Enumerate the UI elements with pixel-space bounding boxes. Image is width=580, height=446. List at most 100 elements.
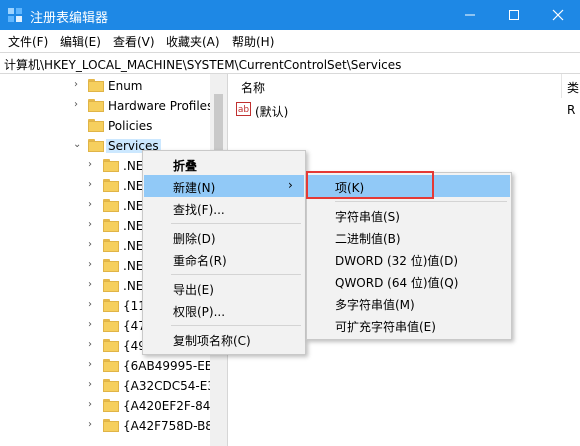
tree-item-label: .NE <box>123 159 144 173</box>
folder-icon <box>103 279 119 292</box>
folder-icon <box>103 259 119 272</box>
chevron-right-icon[interactable]: › <box>88 320 98 330</box>
tree-item-label: {A420EF2F-842 <box>123 399 210 413</box>
menu-separator <box>171 274 301 275</box>
tree-item-label: {A32CDC54-E3 <box>123 379 210 393</box>
menu-favorites[interactable]: 收藏夹(A) <box>166 33 220 50</box>
tree-item-label: {A42F758D-B8 <box>123 419 210 433</box>
chevron-right-icon[interactable]: › <box>88 300 98 310</box>
submenu-item-binary-value[interactable]: 二进制值(B) <box>308 226 510 248</box>
chevron-right-icon: › <box>288 178 293 192</box>
minimize-button[interactable] <box>448 0 492 30</box>
tree-item-label: Policies <box>108 119 153 133</box>
tree-item[interactable]: › {6AB49995-EB5 <box>0 356 210 376</box>
chevron-right-icon[interactable]: › <box>88 160 98 170</box>
chevron-down-icon[interactable]: ⌄ <box>73 140 83 150</box>
value-row[interactable]: ab (默认) R <box>233 100 580 120</box>
tree-item-policies[interactable]: Policies <box>0 116 210 136</box>
chevron-right-icon[interactable]: › <box>88 200 98 210</box>
folder-icon <box>103 399 119 412</box>
minimize-icon <box>465 14 475 16</box>
folder-open-icon <box>88 139 104 152</box>
value-name: (默认) <box>255 105 289 119</box>
menu-bar: 文件(F) 编辑(E) 查看(V) 收藏夹(A) 帮助(H) <box>0 30 580 52</box>
close-button[interactable] <box>536 0 580 30</box>
address-path[interactable]: 计算机\HKEY_LOCAL_MACHINE\SYSTEM\CurrentCon… <box>4 56 401 73</box>
close-icon <box>552 9 564 21</box>
tree-item-label: .NE <box>123 279 144 293</box>
chevron-right-icon[interactable]: › <box>88 420 98 430</box>
menu-item-export[interactable]: 导出(E) <box>144 277 304 299</box>
folder-icon <box>103 319 119 332</box>
chevron-right-icon[interactable]: › <box>88 380 98 390</box>
menu-item-permissions[interactable]: 权限(P)... <box>144 299 304 321</box>
submenu-item-string-value[interactable]: 字符串值(S) <box>308 204 510 226</box>
folder-icon <box>88 119 104 132</box>
chevron-right-icon[interactable]: › <box>74 100 84 110</box>
menu-item-delete[interactable]: 删除(D) <box>144 226 304 248</box>
folder-icon <box>88 79 104 92</box>
menu-item-copy-key-name[interactable]: 复制项名称(C) <box>144 328 304 350</box>
context-menu: 折叠 新建(N) › 查找(F)... 删除(D) 重命名(R) 导出(E) 权… <box>142 150 306 355</box>
submenu-item-dword-value[interactable]: DWORD (32 位)值(D) <box>308 248 510 270</box>
string-value-icon: ab <box>236 102 251 116</box>
tree-item-label: .NE <box>123 219 144 233</box>
maximize-button[interactable] <box>492 0 536 30</box>
value-type: R <box>567 103 576 117</box>
submenu-item-expandable-string-value[interactable]: 可扩充字符串值(E) <box>308 314 510 336</box>
tree-item-label: .NE <box>123 259 144 273</box>
chevron-right-icon[interactable]: › <box>88 340 98 350</box>
tree-item-label: Hardware Profiles <box>108 99 210 113</box>
folder-icon <box>103 159 119 172</box>
chevron-right-icon[interactable]: › <box>88 280 98 290</box>
chevron-right-icon[interactable]: › <box>88 240 98 250</box>
chevron-right-icon[interactable]: › <box>74 80 84 90</box>
maximize-icon <box>509 10 519 20</box>
folder-icon <box>103 339 119 352</box>
menu-item-collapse[interactable]: 折叠 <box>144 153 304 175</box>
tree-item-label: .NE <box>123 179 144 193</box>
folder-icon <box>103 379 119 392</box>
tree-item[interactable]: › {A420EF2F-842 <box>0 396 210 416</box>
address-bar[interactable]: 计算机\HKEY_LOCAL_MACHINE\SYSTEM\CurrentCon… <box>0 52 580 74</box>
registry-editor-icon <box>8 8 22 22</box>
tree-item-label: {6AB49995-EB5 <box>123 359 210 373</box>
menu-separator <box>171 223 301 224</box>
chevron-right-icon[interactable]: › <box>88 180 98 190</box>
tree-item-label: Enum <box>108 79 143 93</box>
tree-item-label: .NE <box>123 239 144 253</box>
tree-item[interactable]: › {A42F758D-B8 <box>0 416 210 436</box>
chevron-right-icon[interactable]: › <box>88 260 98 270</box>
menu-item-find[interactable]: 查找(F)... <box>144 197 304 219</box>
folder-icon <box>103 239 119 252</box>
menu-separator <box>335 201 507 202</box>
menu-view[interactable]: 查看(V) <box>113 33 155 50</box>
folder-icon <box>103 179 119 192</box>
menu-separator <box>171 325 301 326</box>
column-type[interactable]: 类 <box>567 79 579 96</box>
values-header: 名称 类 <box>233 74 580 98</box>
menu-item-new[interactable]: 新建(N) › <box>144 175 304 197</box>
tree-item-hardware-profiles[interactable]: › Hardware Profiles <box>0 96 210 116</box>
column-name[interactable]: 名称 <box>241 79 265 96</box>
menu-help[interactable]: 帮助(H) <box>232 33 274 50</box>
chevron-right-icon[interactable]: › <box>88 360 98 370</box>
tree-item[interactable]: › {A32CDC54-E3 <box>0 376 210 396</box>
title-bar: 注册表编辑器 <box>0 0 580 30</box>
chevron-right-icon[interactable]: › <box>88 400 98 410</box>
submenu-item-multi-string-value[interactable]: 多字符串值(M) <box>308 292 510 314</box>
window-title: 注册表编辑器 <box>30 11 109 26</box>
folder-icon <box>103 419 119 432</box>
menu-item-rename[interactable]: 重命名(R) <box>144 248 304 270</box>
menu-edit[interactable]: 编辑(E) <box>60 33 101 50</box>
folder-icon <box>103 299 119 312</box>
submenu-item-qword-value[interactable]: QWORD (64 位)值(Q) <box>308 270 510 292</box>
chevron-right-icon[interactable]: › <box>88 220 98 230</box>
menu-file[interactable]: 文件(F) <box>8 33 48 50</box>
folder-icon <box>103 199 119 212</box>
folder-icon <box>88 99 104 112</box>
highlight-annotation <box>306 171 434 199</box>
tree-item-label: .NE <box>123 199 144 213</box>
folder-icon <box>103 219 119 232</box>
tree-item-enum[interactable]: › Enum <box>0 76 210 96</box>
